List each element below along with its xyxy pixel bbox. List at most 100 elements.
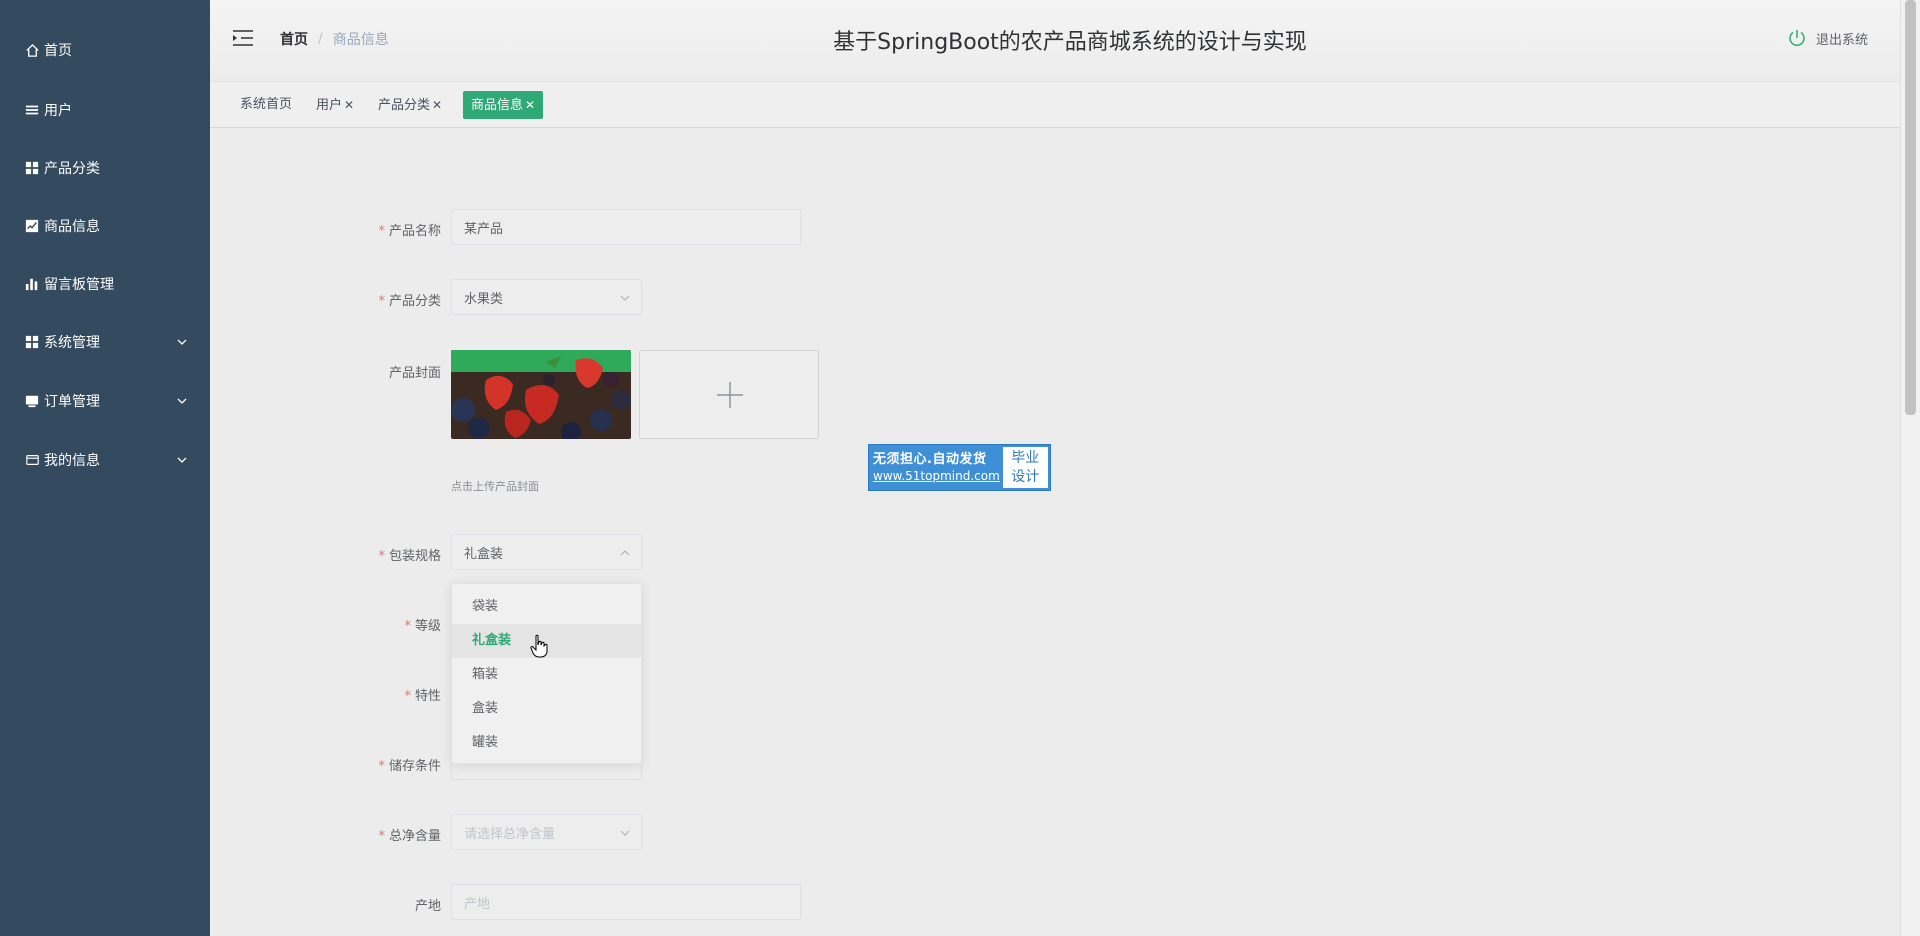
page-scrollbar[interactable] bbox=[1900, 0, 1920, 936]
power-icon bbox=[1787, 28, 1807, 48]
product-name-input[interactable]: 某产品 bbox=[451, 209, 801, 245]
card-icon bbox=[24, 452, 40, 468]
grade-label: * 等级 bbox=[321, 615, 441, 634]
tab-system-home[interactable]: 系统首页 bbox=[232, 91, 300, 119]
close-icon[interactable]: ✕ bbox=[344, 98, 354, 112]
home-icon bbox=[24, 42, 40, 58]
sidebar-item-goods-info[interactable]: 商品信息 bbox=[0, 198, 210, 254]
list-icon bbox=[24, 102, 40, 118]
product-category-select[interactable]: 水果类 bbox=[451, 279, 642, 315]
chevron-down-icon bbox=[619, 827, 631, 839]
required-mark: * bbox=[378, 759, 385, 774]
dropdown-option[interactable]: 袋装 bbox=[452, 590, 641, 624]
breadcrumb-current: 商品信息 bbox=[332, 32, 389, 48]
chevron-down-icon bbox=[176, 336, 188, 348]
sidebar-item-message-board[interactable]: 留言板管理 bbox=[0, 256, 210, 312]
dropdown-option[interactable]: 盒装 bbox=[452, 692, 641, 726]
tab-product-category[interactable]: 产品分类 ✕ bbox=[370, 91, 450, 119]
close-icon[interactable]: ✕ bbox=[525, 98, 535, 112]
label-text: 总净含量 bbox=[388, 829, 441, 844]
close-icon[interactable]: ✕ bbox=[432, 98, 442, 112]
dropdown-option[interactable]: 罐装 bbox=[452, 726, 641, 760]
sidebar: 首页 用户 产品分类 商品信息 留言板管理 系统管理 订单管理 我的信息 bbox=[0, 0, 210, 936]
dropdown-option[interactable]: 箱装 bbox=[452, 658, 641, 692]
label-text: 产品名称 bbox=[388, 224, 441, 239]
logout-label: 退出系统 bbox=[1816, 32, 1869, 48]
sidebar-item-label: 首页 bbox=[44, 43, 72, 59]
product-category-label: * 产品分类 bbox=[321, 290, 441, 309]
origin-input[interactable]: 产地 bbox=[451, 884, 801, 920]
tab-label: 用户 bbox=[316, 98, 343, 113]
product-cover-label: 产品封面 bbox=[321, 362, 441, 381]
scrollbar-thumb[interactable] bbox=[1905, 0, 1916, 415]
label-text: 产品分类 bbox=[388, 294, 441, 309]
hand-pointer-icon bbox=[530, 634, 548, 658]
sidebar-item-product-category[interactable]: 产品分类 bbox=[0, 140, 210, 196]
cover-upload-button[interactable] bbox=[639, 350, 819, 439]
required-mark: * bbox=[378, 294, 385, 309]
sidebar-item-my-info[interactable]: 我的信息 bbox=[0, 432, 210, 488]
label-text: 产品封面 bbox=[388, 366, 441, 381]
sidebar-item-label: 商品信息 bbox=[44, 219, 100, 235]
label-text: 产地 bbox=[414, 899, 441, 914]
required-mark: * bbox=[378, 224, 385, 239]
chevron-down-icon bbox=[176, 395, 188, 407]
net-weight-label: * 总净含量 bbox=[321, 825, 441, 844]
tab-label: 系统首页 bbox=[240, 97, 293, 112]
required-mark: * bbox=[404, 689, 411, 704]
watermark-url: www.51topmind.com bbox=[873, 469, 1000, 483]
cover-upload-hint: 点击上传产品封面 bbox=[451, 480, 539, 493]
sidebar-item-order-management[interactable]: 订单管理 bbox=[0, 373, 210, 429]
storage-condition-label: * 储存条件 bbox=[321, 755, 441, 774]
label-text: 特性 bbox=[414, 689, 441, 704]
packing-spec-label: * 包装规格 bbox=[321, 545, 441, 564]
grid-icon bbox=[24, 160, 40, 176]
sidebar-item-home[interactable]: 首页 bbox=[0, 22, 210, 78]
sidebar-item-system-management[interactable]: 系统管理 bbox=[0, 314, 210, 370]
select-value: 水果类 bbox=[464, 291, 504, 307]
bar-chart-icon bbox=[24, 276, 40, 292]
select-placeholder: 请选择总净含量 bbox=[464, 826, 556, 842]
chart-check-icon bbox=[24, 218, 40, 234]
sidebar-item-label: 我的信息 bbox=[44, 453, 100, 469]
watermark-tag-bottom: 设计 bbox=[1011, 469, 1040, 485]
product-name-label: * 产品名称 bbox=[321, 220, 441, 239]
tab-label: 商品信息 bbox=[471, 98, 524, 113]
monitor-icon bbox=[24, 393, 40, 409]
sidebar-item-label: 留言板管理 bbox=[44, 277, 114, 293]
sidebar-item-label: 用户 bbox=[44, 103, 72, 119]
required-mark: * bbox=[404, 619, 411, 634]
grid-icon bbox=[24, 334, 40, 350]
tab-label: 产品分类 bbox=[378, 98, 431, 113]
sidebar-item-label: 订单管理 bbox=[44, 394, 100, 410]
label-text: 储存条件 bbox=[388, 759, 441, 774]
breadcrumb-separator: / bbox=[318, 31, 323, 47]
collapse-menu-icon[interactable] bbox=[232, 28, 254, 48]
product-cover-image[interactable] bbox=[451, 350, 631, 439]
sidebar-item-users[interactable]: 用户 bbox=[0, 82, 210, 138]
origin-label: 产地 bbox=[321, 895, 441, 914]
plus-icon bbox=[716, 381, 744, 409]
packing-spec-dropdown: 袋装 礼盒装 箱装 盒装 罐装 bbox=[451, 583, 642, 764]
chevron-down-icon bbox=[176, 454, 188, 466]
select-value: 礼盒装 bbox=[464, 546, 504, 562]
watermark-badge: 无须担心.自动发货 www.51topmind.com 毕业 设计 bbox=[868, 444, 1051, 491]
tab-users[interactable]: 用户 ✕ bbox=[308, 91, 362, 119]
input-value: 某产品 bbox=[464, 221, 504, 237]
sidebar-item-label: 系统管理 bbox=[44, 335, 100, 351]
breadcrumb-home[interactable]: 首页 bbox=[280, 29, 308, 49]
logout-button[interactable]: 退出系统 bbox=[1787, 28, 1868, 48]
top-header: 首页 / 商品信息 基于SpringBoot的农产品商城系统的设计与实现 退出系… bbox=[210, 0, 1900, 81]
sidebar-item-label: 产品分类 bbox=[44, 161, 100, 177]
net-weight-select[interactable]: 请选择总净含量 bbox=[451, 814, 642, 850]
input-placeholder: 产地 bbox=[464, 896, 491, 912]
label-text: 包装规格 bbox=[388, 549, 441, 564]
required-mark: * bbox=[378, 829, 385, 844]
page-title: 基于SpringBoot的农产品商城系统的设计与实现 bbox=[833, 30, 1307, 55]
tab-goods-info[interactable]: 商品信息 ✕ bbox=[463, 91, 544, 119]
breadcrumb: 首页 / 商品信息 bbox=[280, 29, 389, 49]
label-text: 等级 bbox=[414, 619, 441, 634]
packing-spec-select[interactable]: 礼盒装 bbox=[451, 534, 642, 570]
chevron-down-icon bbox=[619, 292, 631, 304]
watermark-tag-top: 毕业 bbox=[1011, 450, 1040, 466]
